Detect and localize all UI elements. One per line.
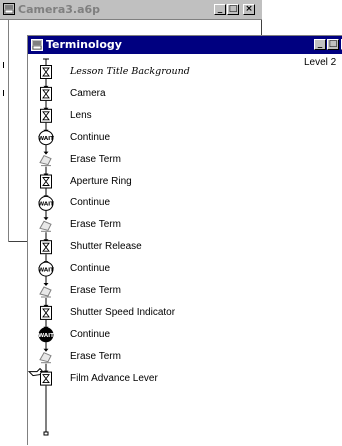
flowline-icon-label[interactable]: Erase Term	[70, 285, 121, 297]
flowline-icon-label[interactable]: Erase Term	[70, 154, 121, 166]
flowline-icon-label[interactable]: Shutter Speed Indicator	[70, 307, 175, 319]
display-icon[interactable]	[40, 371, 52, 386]
erase-icon[interactable]	[39, 352, 52, 364]
minimize-icon[interactable]: _	[214, 4, 226, 15]
display-icon[interactable]	[40, 305, 52, 320]
app-icon	[3, 3, 15, 15]
flowline-icon-label[interactable]: Film Advance Lever	[70, 373, 158, 385]
flowline-icon-label[interactable]: Erase Term	[70, 351, 121, 363]
display-icon[interactable]	[40, 240, 52, 255]
erase-icon[interactable]	[39, 286, 52, 298]
maximize-icon[interactable]: □	[227, 4, 239, 15]
flowline-tick	[3, 62, 4, 68]
close-icon[interactable]: ×	[243, 4, 255, 15]
svg-text:WAIT: WAIT	[38, 202, 54, 208]
erase-icon[interactable]	[39, 220, 52, 232]
wait-icon[interactable]: WAIT	[38, 261, 54, 277]
erase-icon[interactable]	[39, 154, 52, 167]
flowline-tick	[3, 90, 4, 96]
flowline-icon-label[interactable]: Continue	[70, 197, 110, 209]
flowline-icon-label[interactable]: Aperture Ring	[70, 176, 132, 188]
back-window-title: Camera3.a6p	[18, 3, 101, 16]
flowline-icon-label[interactable]: Camera	[70, 88, 106, 100]
flowline-icon-label[interactable]: Continue	[70, 263, 110, 275]
svg-text:WAIT: WAIT	[38, 333, 54, 339]
display-icon[interactable]	[40, 86, 52, 101]
flowline-icon-label[interactable]: Lesson Title Background	[70, 66, 190, 78]
display-icon[interactable]	[40, 65, 52, 79]
terminology-window[interactable]: Terminology _ □ × Level 2 WAITWAITWAITWA…	[27, 35, 342, 445]
flowline-icon-label[interactable]: Shutter Release	[70, 241, 142, 253]
back-window-flowline-area	[0, 20, 9, 242]
flowline-icon-label[interactable]: Continue	[70, 329, 110, 341]
display-icon[interactable]	[40, 174, 52, 189]
flowline-icon-label[interactable]: Erase Term	[70, 219, 121, 231]
flowline-icon-label[interactable]: Continue	[70, 132, 110, 144]
svg-text:WAIT: WAIT	[38, 267, 54, 273]
wait-icon[interactable]: WAIT	[38, 195, 54, 211]
wait-icon[interactable]: WAIT	[38, 130, 54, 146]
svg-text:WAIT: WAIT	[38, 136, 54, 142]
back-window-titlebar[interactable]: Camera3.a6p _ □ ×	[0, 0, 262, 20]
wait-icon[interactable]: WAIT	[38, 327, 54, 343]
flowline-icon-label[interactable]: Lens	[70, 110, 92, 122]
display-icon[interactable]	[40, 108, 52, 123]
